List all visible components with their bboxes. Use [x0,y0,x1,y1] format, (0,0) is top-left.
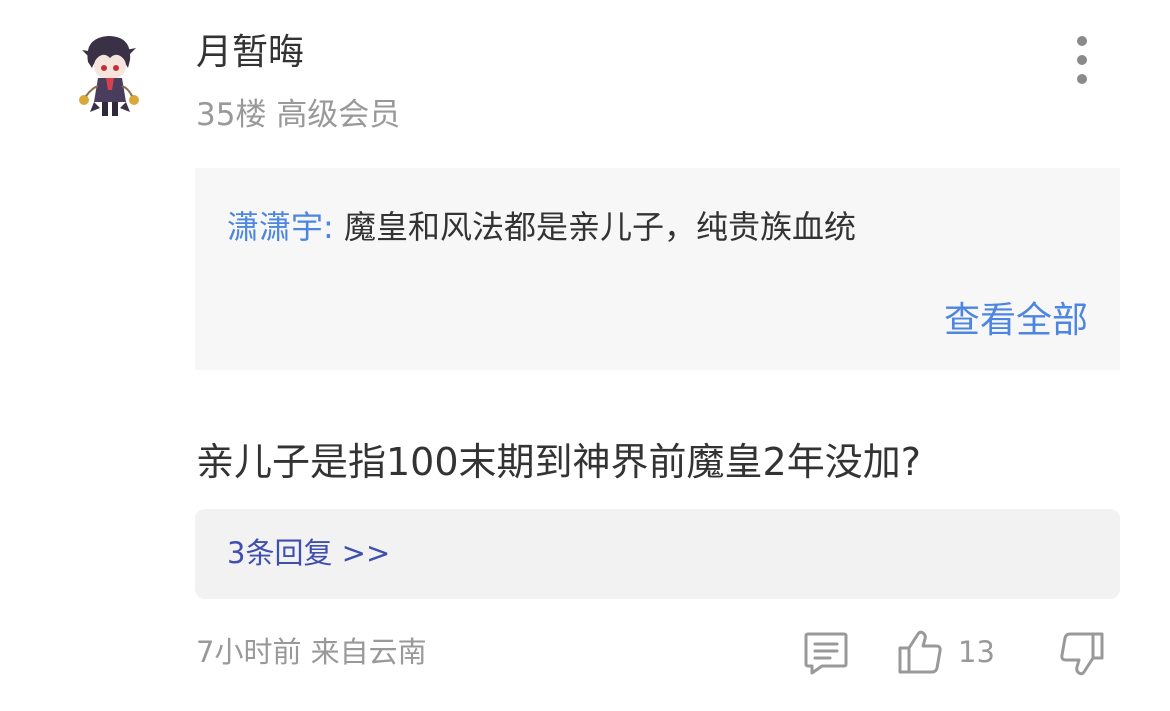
avatar[interactable] [70,28,150,124]
replies-link[interactable]: 3条回复 >> [227,531,390,575]
more-options-button[interactable] [1062,36,1102,84]
quoted-reply-box: 潇潇宇: 魔皇和风法都是亲儿子，纯贵族血统 查看全部 [195,168,1120,370]
floor-number: 35楼 [196,97,267,133]
member-level: 高级会员 [276,97,401,133]
post-time: 7小时前 [196,635,302,669]
more-dot [1077,55,1087,65]
thumbs-up-icon[interactable] [896,628,944,676]
view-all-link[interactable]: 查看全部 [944,296,1088,346]
post-meta: 35楼 高级会员 [196,92,400,138]
quoted-reply: 潇潇宇: 魔皇和风法都是亲儿子，纯贵族血统 [227,204,856,250]
more-vertical-icon [1077,36,1087,46]
thumbs-down-icon[interactable] [1058,630,1106,678]
post-footer-meta: 7小时前 来自云南 [196,630,427,674]
comment-content: 亲儿子是指100末期到神界前魔皇2年没加? [196,440,921,484]
comment-icon[interactable] [802,630,850,676]
replies-box[interactable]: 3条回复 >> [195,509,1120,599]
post-location: 来自云南 [310,635,427,669]
quote-author[interactable]: 潇潇宇: [227,208,334,246]
quote-text: 魔皇和风法都是亲儿子，纯贵族血统 [343,208,856,246]
like-count: 13 [958,635,995,669]
more-dot [1077,74,1087,84]
username[interactable]: 月暂晦 [196,28,304,78]
